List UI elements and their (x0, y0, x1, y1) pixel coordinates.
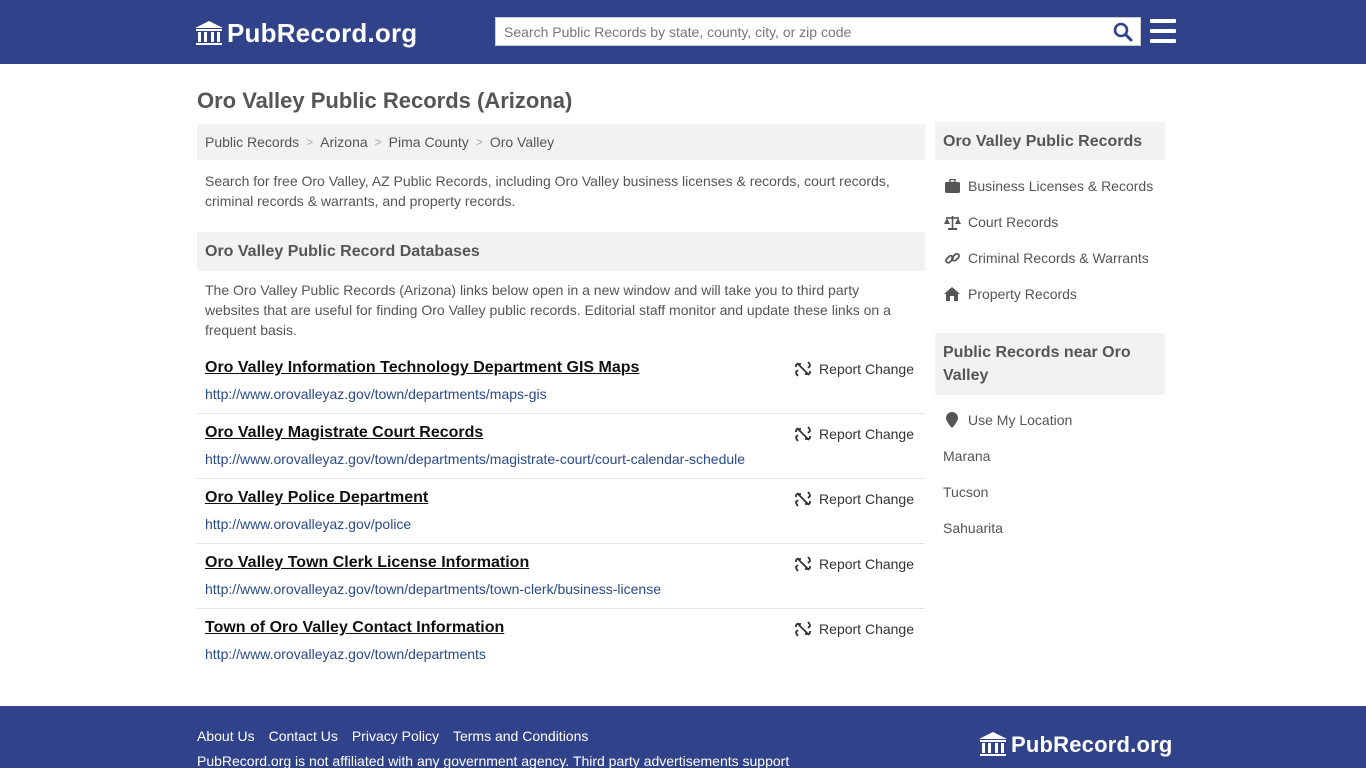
record-link-url[interactable]: http://www.orovalleyaz.gov/police (205, 516, 411, 532)
record-link-title[interactable]: Town of Oro Valley Contact Information (205, 619, 504, 637)
sidebar-item-label: Business Licenses & Records (968, 178, 1154, 194)
report-change-button[interactable]: Report Change (795, 621, 914, 637)
use-my-location-label: Use My Location (968, 412, 1073, 428)
report-change-label: Report Change (819, 621, 914, 637)
map-marker-icon (946, 412, 958, 428)
footer-links: About Us Contact Us Privacy Policy Terms… (197, 728, 602, 744)
search-input[interactable] (496, 18, 1106, 45)
site-logo[interactable]: PubRecord.org (195, 18, 417, 49)
search-bar (495, 17, 1141, 46)
report-change-label: Report Change (819, 491, 914, 507)
sidebar-item-label: Criminal Records & Warrants (968, 250, 1149, 266)
footer-logo-text: PubRecord.org (1011, 732, 1173, 757)
broken-link-icon (795, 426, 811, 442)
sidebar-item-business-licenses[interactable]: Business Licenses & Records (943, 178, 1153, 194)
sidebar-item-criminal-records[interactable]: Criminal Records & Warrants (943, 250, 1149, 266)
footer-contact-link[interactable]: Contact Us (269, 728, 338, 744)
breadcrumb-arizona[interactable]: Arizona (320, 134, 367, 150)
search-button[interactable] (1106, 18, 1140, 45)
record-link-title[interactable]: Oro Valley Town Clerk License Informatio… (205, 554, 529, 572)
report-change-label: Report Change (819, 361, 914, 377)
list-item: Oro Valley Police Department http://www.… (197, 479, 925, 544)
intro-text: Search for free Oro Valley, AZ Public Re… (205, 173, 890, 209)
footer-about-link[interactable]: About Us (197, 728, 255, 744)
broken-link-icon (795, 491, 811, 507)
report-change-button[interactable]: Report Change (795, 491, 914, 507)
record-link-title[interactable]: Oro Valley Magistrate Court Records (205, 424, 483, 442)
section-title: Oro Valley Public Record Databases (197, 232, 925, 271)
footer-logo[interactable]: PubRecord.org (979, 732, 1173, 758)
report-change-label: Report Change (819, 426, 914, 442)
logo-text: PubRecord.org (227, 18, 418, 48)
home-icon (944, 287, 960, 301)
record-link-url[interactable]: http://www.orovalleyaz.gov/town/departme… (205, 386, 547, 402)
link-icon (944, 252, 960, 264)
sidebar-item-property-records[interactable]: Property Records (943, 286, 1077, 302)
balance-scale-icon (943, 215, 961, 230)
record-link-title[interactable]: Oro Valley Police Department (205, 489, 428, 507)
breadcrumb-separator: > (475, 135, 483, 149)
breadcrumb-oro-valley[interactable]: Oro Valley (490, 134, 554, 150)
top-header: PubRecord.org (0, 0, 1366, 64)
record-link-url[interactable]: http://www.orovalleyaz.gov/town/departme… (205, 451, 745, 467)
list-item: Oro Valley Magistrate Court Records http… (197, 414, 925, 479)
nearby-city-link[interactable]: Sahuarita (943, 520, 1003, 536)
record-links-list: Oro Valley Information Technology Depart… (197, 349, 925, 674)
footer-terms-link[interactable]: Terms and Conditions (453, 728, 588, 744)
sidebar-item-label: Court Records (968, 214, 1059, 230)
breadcrumb-separator: > (374, 135, 382, 149)
sidebar-item-label: Property Records (968, 286, 1077, 302)
briefcase-icon (944, 179, 960, 193)
list-item: Oro Valley Information Technology Depart… (197, 349, 925, 414)
broken-link-icon (795, 621, 811, 637)
record-link-url[interactable]: http://www.orovalleyaz.gov/town/departme… (205, 581, 661, 597)
list-item: Oro Valley Town Clerk License Informatio… (197, 544, 925, 609)
sidebar-records-title: Oro Valley Public Records (935, 122, 1165, 160)
report-change-label: Report Change (819, 556, 914, 572)
sidebar-nearby-title: Public Records near Oro Valley (935, 333, 1165, 395)
record-link-title[interactable]: Oro Valley Information Technology Depart… (205, 359, 639, 377)
nearby-city-link[interactable]: Tucson (943, 484, 988, 500)
menu-hamburger-icon[interactable] (1150, 19, 1176, 43)
report-change-button[interactable]: Report Change (795, 556, 914, 572)
breadcrumb-pima-county[interactable]: Pima County (389, 134, 469, 150)
courthouse-icon (195, 20, 223, 45)
search-icon (1113, 22, 1133, 41)
sidebar-item-court-records[interactable]: Court Records (943, 214, 1058, 230)
footer-privacy-link[interactable]: Privacy Policy (352, 728, 439, 744)
report-change-button[interactable]: Report Change (795, 361, 914, 377)
use-my-location-link[interactable]: Use My Location (943, 412, 1072, 428)
footer: About Us Contact Us Privacy Policy Terms… (0, 706, 1366, 769)
footer-disclaimer: PubRecord.org is not affiliated with any… (197, 753, 790, 769)
nearby-city-link[interactable]: Marana (943, 448, 990, 464)
breadcrumb-public-records[interactable]: Public Records (205, 134, 299, 150)
broken-link-icon (795, 361, 811, 377)
breadcrumb-separator: > (306, 135, 314, 149)
breadcrumb: Public Records > Arizona > Pima County >… (197, 124, 925, 160)
courthouse-icon (979, 732, 1007, 756)
section-description: The Oro Valley Public Records (Arizona) … (205, 282, 891, 338)
record-link-url[interactable]: http://www.orovalleyaz.gov/town/departme… (205, 646, 486, 662)
report-change-button[interactable]: Report Change (795, 426, 914, 442)
list-item: Town of Oro Valley Contact Information h… (197, 609, 925, 674)
broken-link-icon (795, 556, 811, 572)
page-title: Oro Valley Public Records (Arizona) (197, 88, 573, 113)
